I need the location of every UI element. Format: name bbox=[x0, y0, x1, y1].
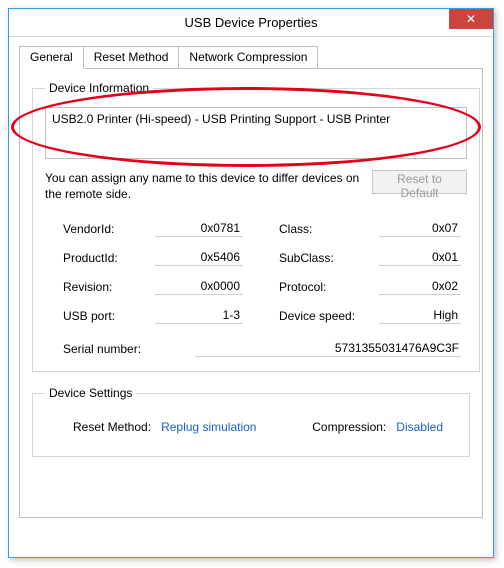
device-name-hint: You can assign any name to this device t… bbox=[45, 170, 364, 202]
value-serial: 5731355031476A9C3F bbox=[195, 340, 461, 357]
label-subclass: SubClass: bbox=[279, 251, 379, 265]
label-compression: Compression: bbox=[312, 420, 386, 434]
tab-general[interactable]: General bbox=[19, 46, 84, 69]
close-icon: ✕ bbox=[466, 12, 476, 26]
compression-row: Compression: Disabled bbox=[312, 420, 443, 434]
device-info-grid: VendorId: 0x0781 Class: 0x07 ProductId: … bbox=[63, 220, 461, 324]
value-vendorid: 0x0781 bbox=[155, 220, 243, 237]
link-compression[interactable]: Disabled bbox=[396, 420, 443, 434]
label-productid: ProductId: bbox=[63, 251, 155, 265]
window-title: USB Device Properties bbox=[185, 15, 318, 30]
device-information-group: Device Information You can assign any na… bbox=[32, 81, 480, 372]
reset-method-row: Reset Method: Replug simulation bbox=[73, 420, 256, 434]
value-revision: 0x0000 bbox=[155, 278, 243, 295]
value-usbport: 1-3 bbox=[155, 307, 243, 324]
tabstrip: General Reset Method Network Compression bbox=[19, 45, 483, 68]
dialog-window: USB Device Properties ✕ General Reset Me… bbox=[8, 8, 494, 558]
label-serial: Serial number: bbox=[63, 342, 187, 356]
client-area: General Reset Method Network Compression… bbox=[9, 37, 493, 528]
device-information-legend: Device Information bbox=[45, 81, 153, 95]
value-protocol: 0x02 bbox=[379, 278, 461, 295]
label-protocol: Protocol: bbox=[279, 280, 379, 294]
reset-to-default-button[interactable]: Reset to Default bbox=[372, 170, 467, 194]
tabpanel-general: Device Information You can assign any na… bbox=[19, 68, 483, 518]
titlebar[interactable]: USB Device Properties ✕ bbox=[9, 9, 493, 37]
label-class: Class: bbox=[279, 222, 379, 236]
close-button[interactable]: ✕ bbox=[449, 9, 493, 29]
label-revision: Revision: bbox=[63, 280, 155, 294]
label-vendorid: VendorId: bbox=[63, 222, 155, 236]
device-name-textarea[interactable] bbox=[45, 107, 467, 159]
value-productid: 0x5406 bbox=[155, 249, 243, 266]
device-settings-group: Device Settings Reset Method: Replug sim… bbox=[32, 386, 470, 457]
link-reset-method[interactable]: Replug simulation bbox=[161, 420, 256, 434]
value-subclass: 0x01 bbox=[379, 249, 461, 266]
tab-reset-method[interactable]: Reset Method bbox=[83, 46, 180, 68]
value-speed: High bbox=[379, 307, 461, 324]
value-class: 0x07 bbox=[379, 220, 461, 237]
label-usbport: USB port: bbox=[63, 309, 155, 323]
label-reset-method: Reset Method: bbox=[73, 420, 151, 434]
label-speed: Device speed: bbox=[279, 309, 379, 323]
device-settings-legend: Device Settings bbox=[45, 386, 136, 400]
tab-network-compression[interactable]: Network Compression bbox=[178, 46, 318, 68]
